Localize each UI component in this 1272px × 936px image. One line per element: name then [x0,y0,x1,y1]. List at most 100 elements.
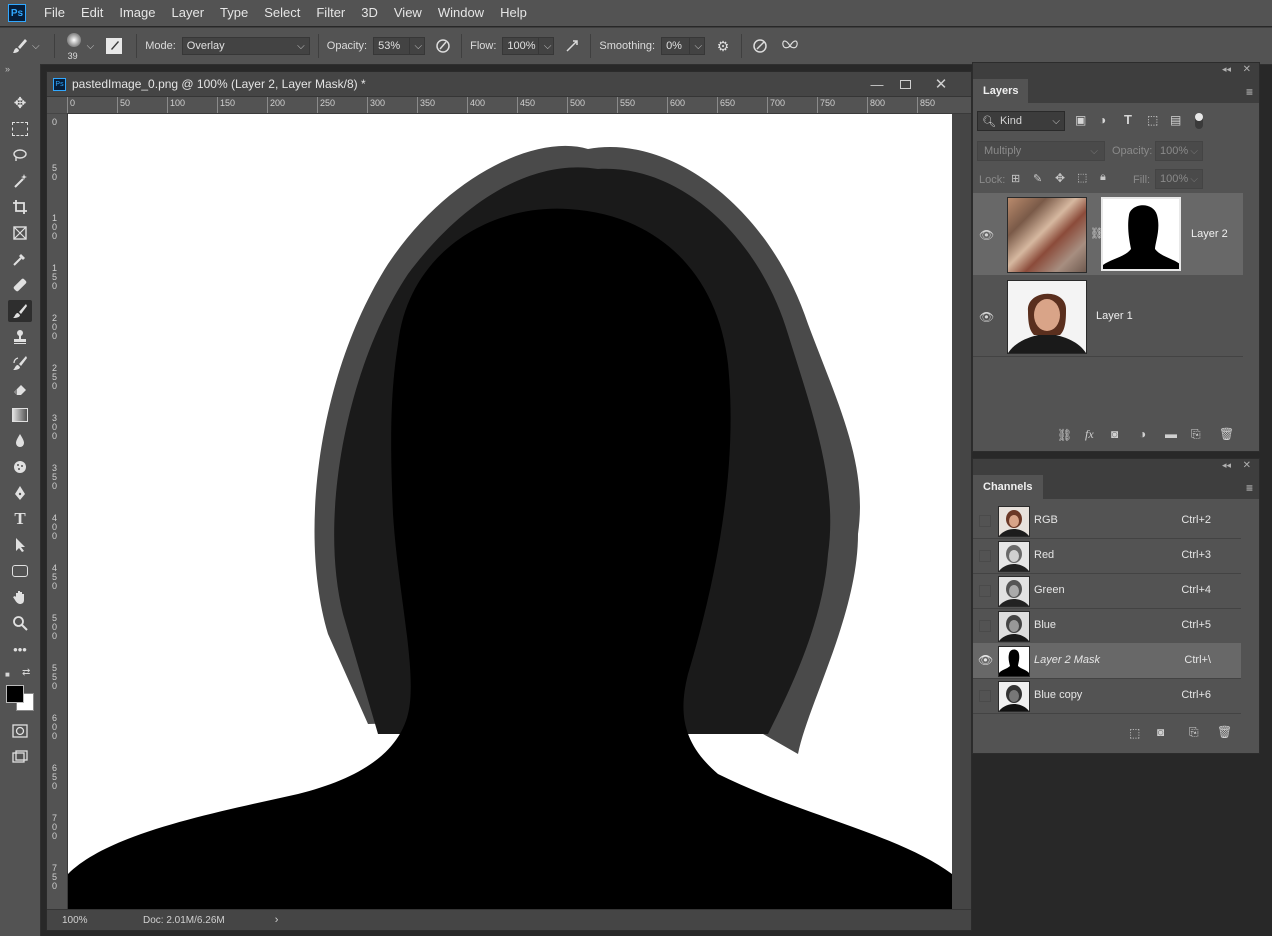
menu-help[interactable]: Help [492,0,535,26]
smart-object-filter-icon[interactable]: ▤ [1170,113,1181,127]
fx-icon[interactable]: fx [1085,427,1094,442]
pressure-size-icon[interactable] [750,36,770,56]
channel-row-layer-2-mask[interactable]: 👁︎ Layer 2 Mask Ctrl+\ [973,643,1241,679]
tab-layers[interactable]: Layers [973,79,1029,103]
rectangle-tool-icon[interactable] [8,560,32,582]
menu-view[interactable]: View [386,0,430,26]
clone-stamp-tool-icon[interactable] [8,326,32,348]
frame-tool-icon[interactable] [8,222,32,244]
minimize-icon[interactable]: — [867,75,887,93]
screen-mode-icon[interactable] [8,746,32,768]
layer-thumbnail[interactable] [1007,197,1087,273]
ruler-origin[interactable] [47,97,67,113]
lock-artboard-icon[interactable]: ⬚ [1077,171,1087,184]
shape-filter-icon[interactable]: ⬚ [1147,113,1158,127]
blend-mode-dropdown[interactable]: Multiply ⌵ [977,141,1105,161]
airbrush-icon[interactable] [562,36,582,56]
more-tools-icon[interactable]: ••• [8,638,32,660]
marquee-tool-icon[interactable] [8,118,32,140]
maximize-icon[interactable] [895,75,915,93]
horizontal-ruler[interactable]: 0 50 100 150 200 250 300 350 400 450 500… [67,97,971,114]
menu-type[interactable]: Type [212,0,256,26]
add-mask-icon[interactable]: ◙ [1111,427,1118,441]
channel-visibility-toggle[interactable] [979,585,991,597]
filter-kind-dropdown[interactable]: 🔍︎ Kind ⌵ [977,111,1065,131]
new-group-icon[interactable]: ▬ [1165,427,1177,441]
layer-row-selected[interactable]: 👁︎ ⛓︎ Layer 2 [973,193,1243,275]
channel-row-green[interactable]: Green Ctrl+4 [973,573,1241,609]
link-layers-icon[interactable]: ⛓︎ [1057,428,1072,442]
sponge-tool-icon[interactable] [8,456,32,478]
menu-edit[interactable]: Edit [73,0,111,26]
menu-filter[interactable]: Filter [308,0,353,26]
channel-row-red[interactable]: Red Ctrl+3 [973,538,1241,574]
zoom-level[interactable]: 100% [62,915,122,926]
default-colors-icon[interactable]: ■ [5,670,10,679]
document-title-bar[interactable]: Ps pastedImage_0.png @ 100% (Layer 2, La… [47,72,971,97]
vertical-ruler[interactable]: 0 50 100 150 200 250 300 350 400 450 500… [47,114,68,909]
layer-opacity-input[interactable]: 100% ⌵ [1155,141,1203,161]
layer-row[interactable]: 👁︎ Layer 1 [973,276,1243,357]
save-selection-icon[interactable]: ◙ [1157,725,1164,739]
eraser-tool-icon[interactable] [8,378,32,400]
load-selection-icon[interactable]: ⬚ [1129,726,1140,740]
opacity-dropdown[interactable]: ⌵ [409,37,426,55]
brush-tool-preset-icon[interactable] [10,36,30,56]
chevron-down-icon[interactable]: ⌵ [32,41,40,52]
chevron-right-icon[interactable]: › [275,914,279,926]
lasso-tool-icon[interactable] [8,144,32,166]
lock-all-icon[interactable]: 🔒︎ [1100,171,1106,184]
panel-menu-icon[interactable]: ≡ [1246,481,1253,495]
quick-mask-icon[interactable] [8,720,32,742]
opacity-input[interactable]: 53% [373,37,410,55]
menu-window[interactable]: Window [430,0,492,26]
channel-row-blue[interactable]: Blue Ctrl+5 [973,608,1241,644]
lock-pixels-icon[interactable]: ✎ [1033,172,1042,185]
new-channel-icon[interactable]: ⎘ [1189,725,1199,740]
lock-transparent-icon[interactable]: ⊞ [1011,172,1020,185]
type-tool-icon[interactable]: T [8,508,32,530]
image-filter-icon[interactable]: ▣ [1075,113,1086,127]
channel-visibility-toggle[interactable] [979,690,991,702]
lock-position-icon[interactable]: ✥ [1055,171,1065,185]
healing-brush-tool-icon[interactable] [8,274,32,296]
gear-icon[interactable]: ⚙ [713,36,733,56]
visibility-eye-icon[interactable]: 👁︎ [979,310,994,324]
collapse-panel-icon[interactable]: ◂◂ [1222,64,1231,75]
close-panel-icon[interactable]: ✕ [1243,64,1251,75]
new-adjustment-icon[interactable]: ◑ [1139,427,1146,441]
eyedropper-tool-icon[interactable] [8,248,32,270]
gradient-tool-icon[interactable] [8,404,32,426]
menu-select[interactable]: Select [256,0,308,26]
pen-tool-icon[interactable] [8,482,32,504]
crop-tool-icon[interactable] [8,196,32,218]
channel-row-rgb[interactable]: RGB Ctrl+2 [973,503,1241,539]
move-tool-icon[interactable]: ✥ [8,92,32,114]
brush-size-picker[interactable]: 39 [63,30,85,62]
symmetry-butterfly-icon[interactable] [780,36,800,56]
adjustment-filter-icon[interactable]: ◑ [1099,113,1106,127]
canvas[interactable] [68,114,952,909]
brush-settings-icon[interactable] [106,38,123,54]
path-selection-tool-icon[interactable] [8,534,32,556]
collapse-panel-icon[interactable]: ◂◂ [1222,460,1231,471]
layer-thumbnail[interactable] [1007,280,1087,354]
collapse-icon[interactable]: » [5,64,10,74]
foreground-color-swatch[interactable] [6,685,24,703]
visibility-eye-icon[interactable]: 👁︎ [978,653,993,667]
trash-icon[interactable]: 🗑︎ [1217,725,1232,739]
smoothing-dropdown[interactable]: ⌵ [689,37,706,55]
tab-channels[interactable]: Channels [973,475,1043,499]
filter-toggle[interactable] [1195,113,1203,129]
magic-wand-tool-icon[interactable] [8,170,32,192]
blur-tool-icon[interactable] [8,430,32,452]
new-layer-icon[interactable]: ⎘ [1191,427,1201,442]
zoom-tool-icon[interactable] [8,612,32,634]
fill-input[interactable]: 100% ⌵ [1155,169,1203,189]
menu-image[interactable]: Image [111,0,163,26]
mode-dropdown[interactable]: Overlay ⌵ [181,37,310,55]
menu-3d[interactable]: 3D [353,0,386,26]
visibility-eye-icon[interactable]: 👁︎ [979,228,994,242]
vertical-scrollbar[interactable] [952,114,971,909]
flow-input[interactable]: 100% [502,37,539,55]
